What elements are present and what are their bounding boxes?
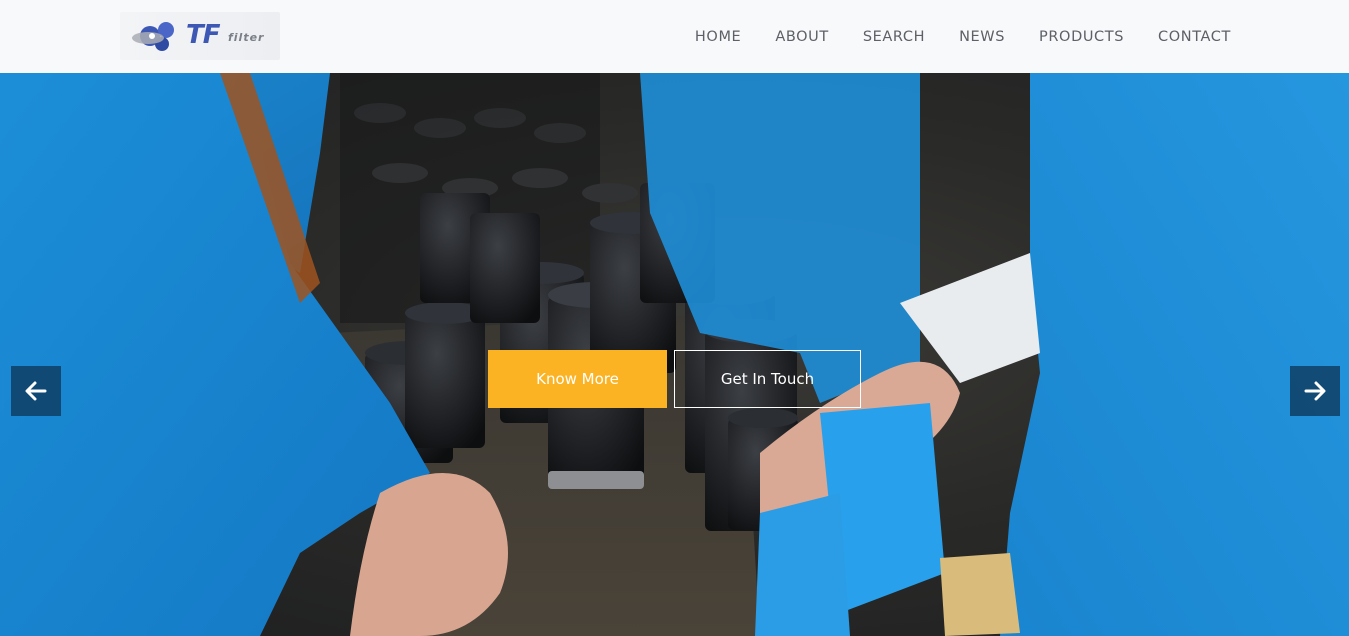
site-logo[interactable]: TF filter	[120, 12, 280, 60]
arrow-right-icon	[1304, 381, 1326, 401]
site-header: TF filter HOME ABOUT SEARCH NEWS PRODUCT…	[0, 0, 1349, 73]
nav-contact[interactable]: CONTACT	[1158, 29, 1231, 45]
logo-subtext: filter	[228, 31, 265, 44]
main-nav: HOME ABOUT SEARCH NEWS PRODUCTS CONTACT	[661, 0, 1231, 73]
nav-about[interactable]: ABOUT	[775, 29, 829, 45]
know-more-button[interactable]: Know More	[488, 350, 667, 408]
nav-products[interactable]: PRODUCTS	[1039, 29, 1124, 45]
hero-slider: Know More Get In Touch	[0, 73, 1349, 636]
slider-next-button[interactable]	[1290, 366, 1340, 416]
nav-news[interactable]: NEWS	[959, 29, 1005, 45]
nav-home[interactable]: HOME	[695, 29, 741, 45]
logo-mark-icon	[132, 22, 174, 51]
slider-prev-button[interactable]	[11, 366, 61, 416]
arrow-left-icon	[25, 381, 47, 401]
logo-text: TF	[186, 20, 220, 50]
nav-search[interactable]: SEARCH	[863, 29, 925, 45]
get-in-touch-button[interactable]: Get In Touch	[674, 350, 861, 408]
